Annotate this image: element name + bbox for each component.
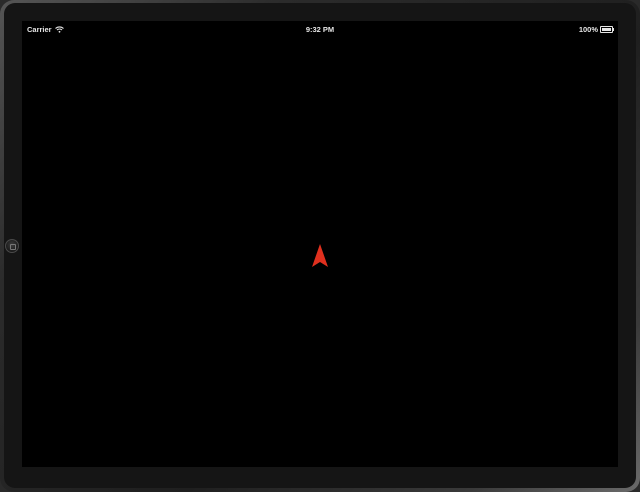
- status-bar: Carrier 9:32 PM 100%: [22, 21, 618, 39]
- battery-indicator: 100%: [579, 25, 614, 34]
- battery-percent: 100%: [578, 25, 598, 34]
- status-time: 9:32 PM: [305, 25, 335, 34]
- home-button[interactable]: [5, 239, 19, 253]
- screen: Carrier 9:32 PM 100%: [22, 21, 618, 467]
- home-button-icon: [10, 244, 16, 250]
- location-arrow-icon: [312, 244, 328, 267]
- battery-icon: [600, 26, 614, 33]
- ipad-device-frame: Carrier 9:32 PM 100%: [0, 0, 640, 492]
